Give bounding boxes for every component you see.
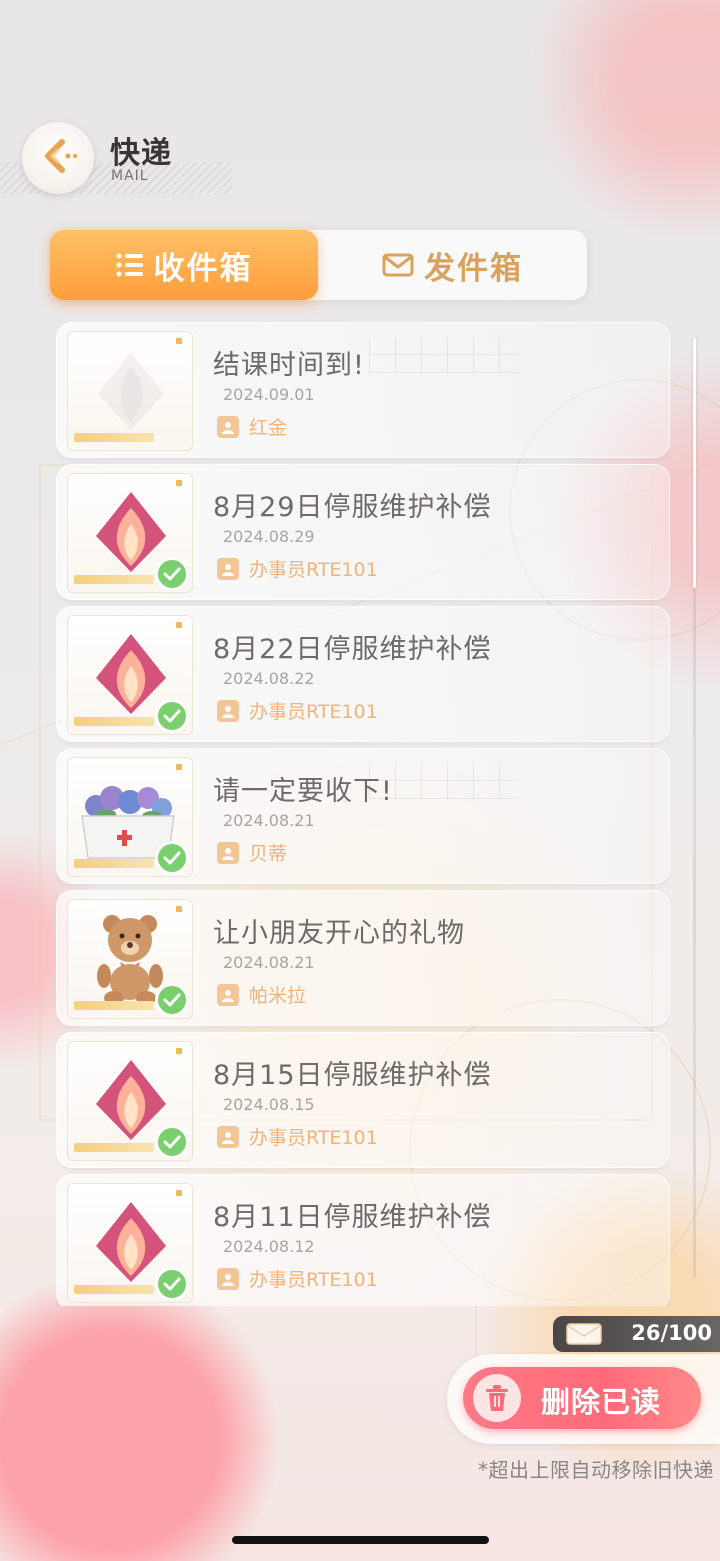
scrollbar-thumb[interactable]	[693, 338, 696, 588]
mail-title: 8月29日停服维护补偿	[213, 492, 492, 523]
mail-date: 2024.08.15	[223, 1095, 315, 1114]
sender-name: 红金	[249, 417, 288, 439]
mail-title: 8月11日停服维护补偿	[213, 1202, 492, 1233]
person-icon	[217, 699, 239, 722]
mail-item[interactable]: 让小朋友开心的礼物 2024.08.21 帕米拉	[56, 890, 670, 1026]
mail-sender: 办事员RTE101	[217, 697, 378, 724]
mail-title: 请一定要收下!	[213, 776, 393, 807]
mail-date: 2024.08.29	[223, 527, 315, 546]
person-icon	[217, 1267, 239, 1290]
mail-item[interactable]: 结课时间到! 2024.09.01 红金	[56, 322, 670, 458]
mail-sender: 贝蒂	[217, 839, 287, 866]
mail-date: 2024.09.01	[223, 385, 315, 404]
person-icon	[217, 1125, 239, 1148]
mail-stack-icon	[565, 1321, 605, 1347]
grid-decoration	[369, 337, 519, 373]
claimed-check-icon	[155, 557, 189, 591]
delete-read-button[interactable]: 删除已读	[447, 1354, 720, 1444]
capacity-note: *超出上限自动移除旧快递	[478, 1458, 714, 1482]
mail-item[interactable]: 8月29日停服维护补偿 2024.08.29 办事员RTE101	[56, 464, 670, 600]
mail-list[interactable]: 结课时间到! 2024.09.01 红金 8月29日停服维护补偿 2024.08…	[56, 322, 670, 1306]
tab-outbox[interactable]: 发件箱	[318, 230, 587, 300]
faded-flame-icon	[86, 344, 176, 438]
claimed-check-icon	[155, 841, 189, 875]
mail-item[interactable]: 请一定要收下! 2024.08.21 贝蒂	[56, 748, 670, 884]
person-icon	[217, 841, 239, 864]
sender-name: 贝蒂	[249, 843, 288, 865]
mail-date: 2024.08.22	[223, 669, 315, 688]
sender-name: 办事员RTE101	[249, 701, 378, 723]
mail-date: 2024.08.12	[223, 1237, 315, 1256]
mail-item[interactable]: 8月11日停服维护补偿 2024.08.12 办事员RTE101	[56, 1174, 670, 1306]
tab-inbox[interactable]: 收件箱	[50, 230, 318, 300]
mail-sender: 办事员RTE101	[217, 1123, 378, 1150]
home-indicator[interactable]	[232, 1536, 489, 1544]
mail-item[interactable]: 8月22日停服维护补偿 2024.08.22 办事员RTE101	[56, 606, 670, 742]
trash-icon	[473, 1374, 521, 1422]
person-icon	[217, 557, 239, 580]
mailbox-tabs: 收件箱 发件箱	[50, 230, 587, 300]
claimed-check-icon	[155, 1267, 189, 1301]
chevron-left-icon	[36, 134, 80, 182]
mail-date: 2024.08.21	[223, 953, 315, 972]
mail-capacity: 26/100	[553, 1316, 720, 1352]
sender-name: 办事员RTE101	[249, 559, 378, 581]
sender-name: 帕米拉	[249, 985, 307, 1007]
mail-sender: 办事员RTE101	[217, 555, 378, 582]
back-button[interactable]	[22, 122, 94, 194]
mail-sender: 帕米拉	[217, 981, 306, 1008]
sender-name: 办事员RTE101	[249, 1269, 378, 1291]
mail-title: 8月15日停服维护补偿	[213, 1060, 492, 1091]
delete-read-label: 删除已读	[541, 1385, 662, 1419]
mail-title: 8月22日停服维护补偿	[213, 634, 492, 665]
claimed-check-icon	[155, 699, 189, 733]
list-icon	[116, 252, 144, 278]
mail-title: 让小朋友开心的礼物	[213, 918, 465, 949]
mail-item[interactable]: 8月15日停服维护补偿 2024.08.15 办事员RTE101	[56, 1032, 670, 1168]
page-title: 快递	[110, 136, 172, 171]
page-header: 快递 MAIL	[0, 120, 260, 200]
mail-thumbnail	[67, 331, 193, 451]
mail-sender: 红金	[217, 413, 287, 440]
claimed-check-icon	[155, 1125, 189, 1159]
capacity-count: 26/100	[631, 1321, 712, 1345]
sender-name: 办事员RTE101	[249, 1127, 378, 1149]
claimed-check-icon	[155, 983, 189, 1017]
envelope-icon	[382, 252, 414, 278]
mail-sender: 办事员RTE101	[217, 1265, 378, 1292]
person-icon	[217, 983, 239, 1006]
page-subtitle: MAIL	[111, 168, 149, 184]
mail-date: 2024.08.21	[223, 811, 315, 830]
tab-outbox-label: 发件箱	[424, 250, 523, 287]
tab-inbox-label: 收件箱	[153, 250, 253, 287]
mail-title: 结课时间到!	[213, 350, 365, 381]
person-icon	[217, 415, 239, 438]
